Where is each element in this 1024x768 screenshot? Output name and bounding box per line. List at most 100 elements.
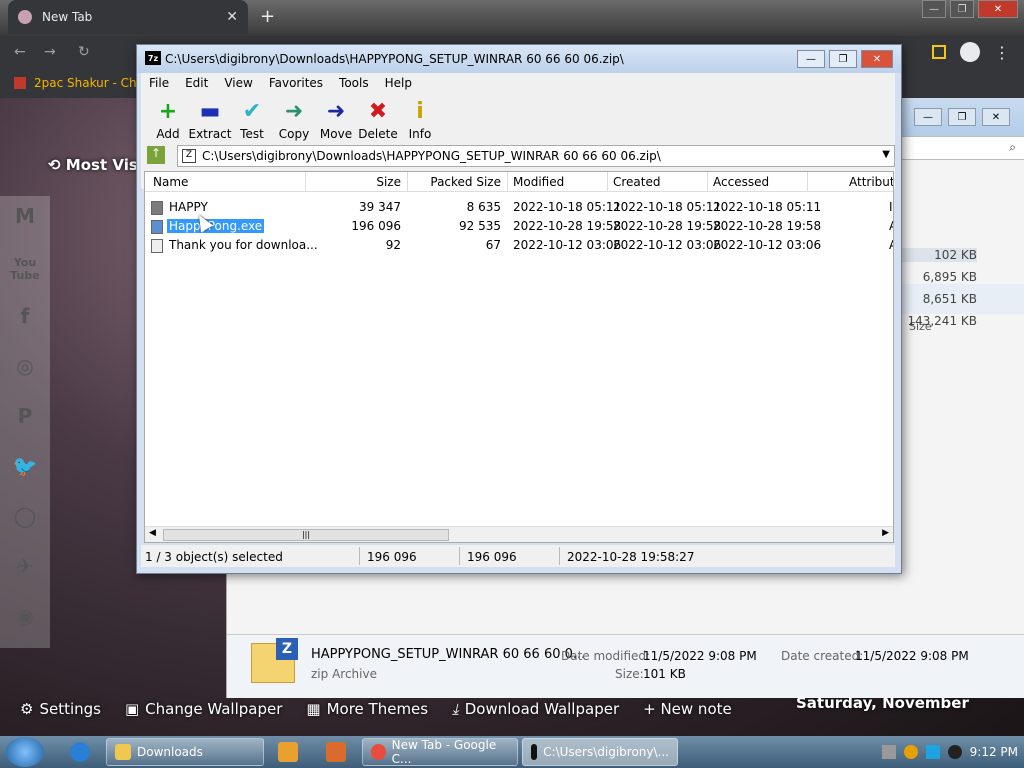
scroll-left-icon[interactable]: ◀ [149,528,156,538]
address-input[interactable]: Z C:\Users\digibrony\Downloads\HAPPYPONG… [177,145,895,167]
image-icon: ▣ [124,700,140,718]
file-size: 92 [385,238,401,252]
minimize-icon[interactable]: — [797,50,825,68]
minimize-icon[interactable]: — [914,108,942,126]
sevenzip-logo-icon: 7z [145,51,161,65]
scroll-right-icon[interactable]: ▶ [882,528,889,538]
extract-icon: ▬ [199,99,221,124]
bookmark-item[interactable]: 2pac Shakur - Chro [14,76,149,90]
menu-help[interactable]: Help [377,73,420,93]
app-icon[interactable] [326,742,346,762]
address-path: C:\Users\digibrony\Downloads\HAPPYPONG_S… [202,149,661,163]
status-selection: 1 / 3 object(s) selected [145,550,283,564]
maximize-icon[interactable]: ❐ [948,108,976,126]
media-player-icon[interactable] [278,742,298,762]
internet-explorer-icon[interactable] [70,742,90,762]
add-button[interactable]: + Add [145,97,191,141]
social-sidebar: M You Tube f ◎ P 🐦 ◯ ✈ ◉ [0,196,50,648]
copy-button[interactable]: ➜ Copy [271,97,317,141]
menu-edit[interactable]: Edit [177,73,216,93]
menu-view[interactable]: View [216,73,260,93]
column-size[interactable]: Size [325,175,401,189]
new-tab-icon[interactable]: + [260,6,275,27]
file-row[interactable]: HAPPY 39 347 8 635 2022-10-18 05:11 2022… [145,198,893,217]
exe-file-icon [151,220,163,234]
reddit-icon[interactable]: ◉ [8,604,42,634]
explorer-search-input[interactable]: ⌕ [897,136,1024,160]
settings-link[interactable]: ⚙ Settings [20,700,101,718]
search-icon: ⌕ [1009,140,1016,154]
forward-icon[interactable]: → [44,44,56,60]
gmail-icon[interactable]: M [8,204,42,234]
new-note-link[interactable]: + New note [643,700,732,718]
pinterest-icon[interactable]: P [8,404,42,434]
monitor-icon[interactable] [925,745,940,759]
file-size: 196 096 [351,219,401,233]
tray-app-icon[interactable] [881,745,896,759]
file-created: 2022-10-28 19:58 [613,219,722,233]
twitter-icon[interactable]: 🐦 [8,454,42,484]
reload-icon[interactable]: ↻ [78,44,90,60]
file-name: Thank you for downloa... [169,238,318,252]
maximize-icon[interactable]: ❐ [829,50,857,68]
column-created[interactable]: Created [613,175,661,189]
change-wallpaper-link[interactable]: ▣ Change Wallpaper [125,700,282,718]
back-icon[interactable]: ← [14,44,26,60]
taskbar-chrome[interactable]: New Tab - Google C... [362,738,518,766]
telegram-icon[interactable]: ✈ [8,554,42,584]
newtab-bottom-links: ⚙ Settings ▣ Change Wallpaper ▦ More Themes… [20,700,732,718]
chrome-tab[interactable]: New Tab ✕ [8,0,248,34]
taskbar-downloads[interactable]: Downloads [106,738,264,766]
horizontal-scrollbar[interactable]: ◀ ||| ▶ [145,526,893,542]
search-icon[interactable] [903,745,918,759]
up-folder-icon[interactable]: ↑ [147,146,165,164]
facebook-icon[interactable]: f [8,304,42,334]
maximize-icon[interactable]: ❐ [950,0,974,18]
delete-button[interactable]: ✖ Delete [355,97,401,141]
menu-file[interactable]: File [141,73,177,93]
column-name[interactable]: Name [153,175,188,189]
start-button[interactable] [6,737,44,767]
close-icon[interactable]: ✕ [861,50,893,68]
move-button[interactable]: ➜ Move [313,97,359,141]
download-wallpaper-link[interactable]: ⤓ Download Wallpaper [452,700,619,718]
info-button[interactable]: i Info [397,97,443,141]
close-icon[interactable]: ✕ [982,108,1010,126]
archive-icon: Z [182,149,196,163]
file-row-selected[interactable]: HappyPong.exe 196 096 92 535 2022-10-28 … [145,217,893,236]
extract-button[interactable]: ▬ Extract [187,97,233,141]
menu-tools[interactable]: Tools [331,73,377,93]
test-button[interactable]: ✔ Test [229,97,275,141]
whatsapp-icon[interactable]: ◯ [8,504,42,534]
details-file-name: HAPPYPONG_SETUP_WINRAR 60 66 60 0... [311,647,586,662]
tab-close-icon[interactable]: ✕ [226,9,238,25]
close-icon[interactable]: ✕ [978,0,1018,18]
minimize-icon[interactable]: — [922,0,946,18]
file-row[interactable]: Thank you for downloa... 92 67 2022-10-1… [145,236,893,255]
youtube-icon[interactable]: You Tube [8,256,42,286]
file-attributes: A [889,238,893,252]
column-packed-size[interactable]: Packed Size [407,175,501,189]
status-size: 196 096 [367,550,417,564]
window-title: C:\Users\digibrony\Downloads\HAPPYPONG_S… [165,52,624,66]
instagram-icon[interactable]: ◎ [8,354,42,384]
record-icon[interactable] [947,745,962,759]
taskbar-sevenzip[interactable]: C:\Users\digibrony\... [522,738,678,766]
column-accessed[interactable]: Accessed [713,175,769,189]
file-accessed: 2022-10-18 05:11 [713,200,822,214]
tab-favicon-icon [18,10,32,24]
column-attributes[interactable]: Attribute [849,175,893,189]
chrome-menu-icon[interactable]: ⋮ [994,43,1010,62]
more-themes-link[interactable]: ▦ More Themes [306,700,428,718]
profile-icon[interactable] [960,42,980,62]
file-size: 39 347 [359,200,401,214]
menu-favorites[interactable]: Favorites [261,73,331,93]
file-modified: 2022-10-12 03:06 [513,238,622,252]
chevron-down-icon[interactable]: ▼ [882,149,890,160]
clock[interactable]: 9:12 PM [970,745,1018,759]
scrollbar-thumb[interactable]: ||| [163,529,449,541]
column-modified[interactable]: Modified [513,175,564,189]
gear-icon: ⚙ [20,700,34,718]
extension-icon[interactable] [932,45,946,59]
file-modified: 2022-10-28 19:58 [513,219,622,233]
